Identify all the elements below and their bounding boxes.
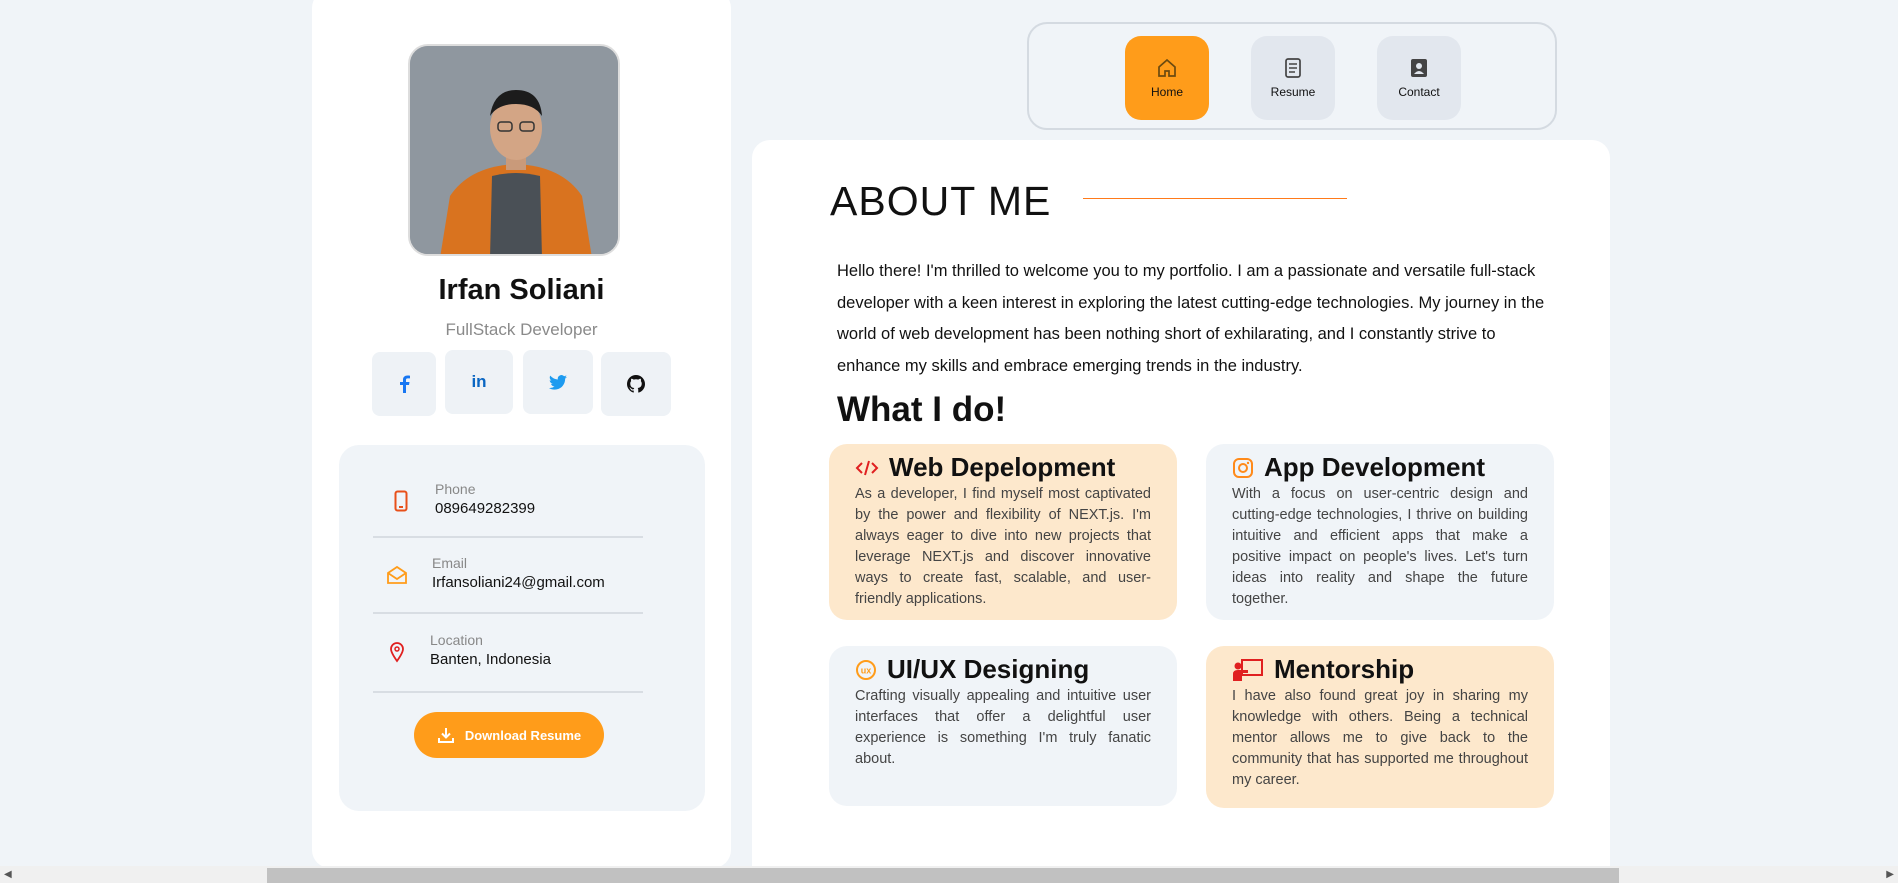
contact-value: Banten, Indonesia (430, 651, 551, 668)
avatar (408, 44, 620, 256)
service-title: UI/UX Designing (887, 654, 1090, 684)
service-header: ux UI/UX Designing (855, 654, 1089, 685)
svg-text:ux: ux (861, 665, 872, 675)
top-nav: Home Resume Contact (1027, 22, 1557, 130)
linkedin-button[interactable]: in (445, 350, 513, 414)
about-text: Hello there! I'm thrilled to welcome you… (837, 262, 1545, 375)
instagram-icon (1233, 457, 1253, 478)
teacher-icon (1233, 658, 1263, 681)
contact-row-email: Email Irfansoliani24@gmail.com (373, 543, 643, 609)
download-resume-label: Download Resume (464, 727, 582, 743)
whatido-title: What I do! (837, 390, 1007, 429)
contact-info-box: Phone 089649282399 Email Irfansoliani24@… (339, 445, 705, 811)
profile-role: FullStack Developer (445, 320, 598, 339)
contact-row-phone: Phone 089649282399 (373, 469, 643, 535)
service-description: I have also found great joy in sharing m… (1232, 688, 1528, 788)
service-title: Mentorship (1274, 654, 1415, 684)
service-header: Mentorship (1232, 654, 1414, 685)
service-description: As a developer, I find myself most capti… (855, 486, 1151, 607)
title-underline (1083, 198, 1347, 199)
service-description: Crafting visually appealing and intuitiv… (855, 688, 1151, 767)
service-card-app: App Development With a focus on user-cen… (1206, 444, 1554, 620)
facebook-icon (400, 375, 410, 393)
facebook-button[interactable] (372, 352, 436, 416)
twitter-icon (549, 374, 567, 390)
document-icon (1285, 58, 1301, 78)
service-description: With a focus on user-centric design and … (1232, 486, 1528, 607)
github-icon (627, 375, 645, 393)
service-title: App Development (1264, 452, 1486, 482)
divider (373, 536, 643, 538)
scrollbar-thumb[interactable] (267, 868, 1619, 883)
contact-label: Phone (435, 481, 476, 497)
nav-label: Home (1150, 85, 1183, 99)
ux-icon: ux (856, 659, 876, 680)
scroll-left-icon[interactable]: ◀ (4, 869, 12, 880)
horizontal-scrollbar[interactable]: ◀ ▶ (0, 866, 1898, 883)
divider (373, 612, 643, 614)
contact-row-location: Location Banten, Indonesia (373, 620, 643, 686)
phone-icon (387, 487, 415, 515)
location-pin-icon (383, 638, 411, 666)
contact-value: Irfansoliani24@gmail.com (432, 574, 605, 591)
linkedin-icon: in (471, 372, 487, 391)
download-resume-button[interactable]: Download Resume (414, 712, 604, 758)
contact-book-icon (1411, 59, 1427, 77)
service-card-uiux: ux UI/UX Designing Crafting visually app… (829, 646, 1177, 806)
service-title: Web Depelopment (889, 452, 1116, 482)
twitter-button[interactable] (523, 350, 593, 414)
service-card-mentorship: Mentorship I have also found great joy i… (1206, 646, 1554, 808)
divider (373, 691, 643, 693)
nav-label: Contact (1398, 85, 1440, 99)
contact-label: Email (432, 555, 468, 571)
profile-name: Irfan Soliani (438, 274, 605, 306)
code-icon (855, 460, 879, 475)
mail-icon (383, 561, 411, 589)
download-icon (437, 728, 454, 743)
nav-resume[interactable]: Resume (1251, 36, 1335, 120)
nav-home[interactable]: Home (1125, 36, 1209, 120)
github-button[interactable] (601, 352, 671, 416)
contact-value: 089649282399 (435, 500, 536, 517)
service-header: App Development (1232, 452, 1485, 483)
about-title: ABOUT ME (830, 178, 1052, 224)
service-card-web: Web Depelopment As a developer, I find m… (829, 444, 1177, 620)
scroll-right-icon[interactable]: ▶ (1886, 869, 1894, 880)
main-card: ABOUT ME Hello there! I'm thrilled to we… (752, 140, 1610, 883)
avatar-photo (410, 46, 618, 254)
social-links: in (372, 350, 672, 416)
home-icon (1158, 58, 1176, 77)
service-header: Web Depelopment (855, 452, 1115, 483)
contact-label: Location (430, 632, 483, 648)
profile-card: Irfan Soliani FullStack Developer in Pho… (312, 0, 731, 868)
nav-contact[interactable]: Contact (1377, 36, 1461, 120)
nav-label: Resume (1270, 85, 1316, 99)
